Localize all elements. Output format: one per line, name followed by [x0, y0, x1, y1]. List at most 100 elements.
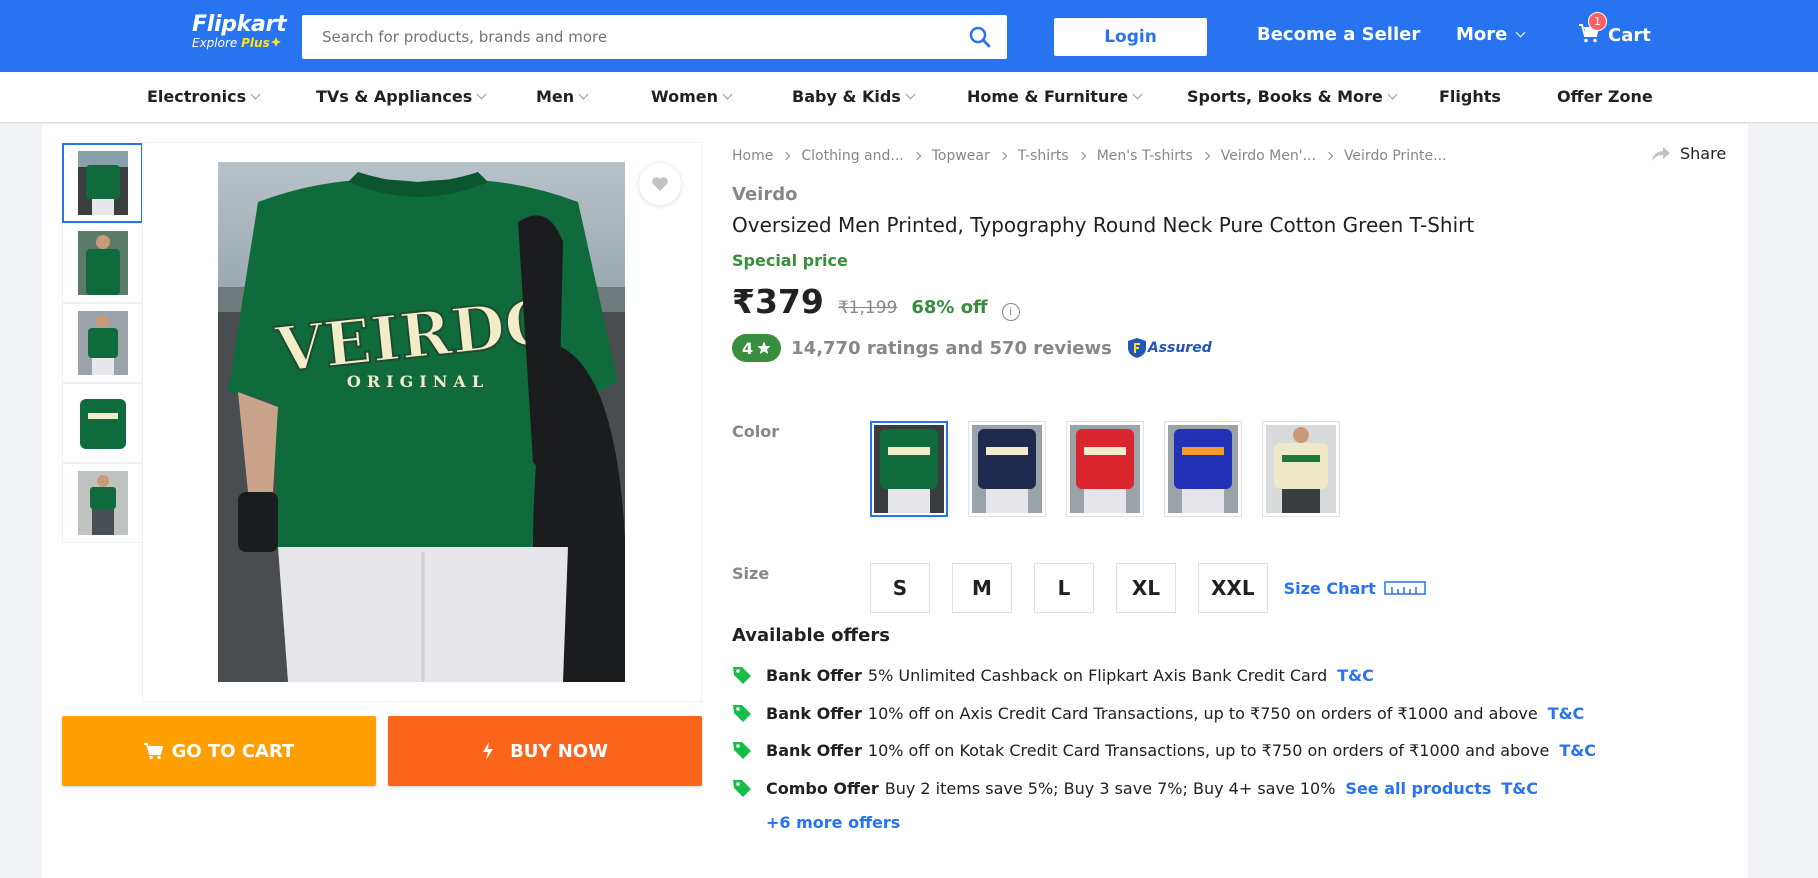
share-button[interactable]: Share — [1652, 144, 1726, 163]
swatch-image — [1168, 425, 1238, 513]
swatch-image — [874, 425, 944, 513]
category-flights[interactable]: Flights — [1439, 87, 1501, 106]
color-swatch-navy[interactable] — [968, 421, 1046, 517]
size-option-m[interactable]: M — [952, 563, 1012, 613]
color-swatch-red[interactable] — [1066, 421, 1144, 517]
size-options: S M L XL XXL Size Chart — [870, 563, 1426, 613]
chevron-down-icon — [1132, 89, 1143, 99]
breadcrumb-home[interactable]: Home — [732, 148, 773, 164]
thumbnail-2[interactable] — [62, 223, 143, 303]
lightning-icon — [483, 742, 494, 760]
search-icon[interactable] — [953, 15, 1007, 59]
chevron-down-icon — [476, 89, 487, 99]
top-header: Flipkart Explore Plus Login Become a Sel… — [0, 0, 1818, 72]
breadcrumb-mens-tshirts[interactable]: Men's T-shirts — [1097, 148, 1193, 164]
product-brand[interactable]: Veirdo — [732, 184, 797, 205]
category-sports-books[interactable]: Sports, Books & More — [1187, 87, 1398, 106]
chevron-down-icon — [578, 89, 589, 99]
breadcrumb-veirdo-men[interactable]: Veirdo Men'... — [1221, 148, 1316, 164]
breadcrumb-clothing[interactable]: Clothing and... — [801, 148, 903, 164]
offer-tag-icon — [732, 778, 766, 798]
color-swatch-royal-blue[interactable] — [1164, 421, 1242, 517]
category-men[interactable]: Men — [536, 87, 589, 106]
offer-tag-icon — [732, 665, 766, 685]
chevron-right-icon — [998, 151, 1008, 161]
chevron-down-icon — [250, 89, 261, 99]
color-label: Color — [732, 422, 780, 441]
search-input[interactable] — [302, 28, 953, 46]
login-button[interactable]: Login — [1054, 18, 1207, 56]
category-nav: Electronics TVs & Appliances Men Women B… — [0, 72, 1818, 122]
offer-item: Bank Offer 10% off on Axis Credit Card T… — [732, 703, 1584, 723]
rating-badge[interactable]: 4 — [732, 334, 782, 362]
thumbnail-3[interactable] — [62, 303, 143, 383]
category-home-furniture[interactable]: Home & Furniture — [967, 87, 1143, 106]
offer-text: 10% off on Kotak Credit Card Transaction… — [867, 740, 1550, 760]
cart-link[interactable]: 1 Cart — [1578, 12, 1651, 49]
color-swatch-green[interactable] — [870, 421, 948, 517]
wishlist-heart-icon[interactable] — [638, 162, 682, 206]
go-to-cart-button[interactable]: GO TO CART — [62, 716, 376, 786]
category-tvs-appliances[interactable]: TVs & Appliances — [316, 87, 487, 106]
thumbnail-4[interactable] — [62, 383, 143, 463]
rating-row: 4 14,770 ratings and 570 reviews Assured — [732, 334, 1212, 362]
swatch-image — [972, 425, 1042, 513]
thumbnail-1[interactable] — [62, 143, 143, 223]
breadcrumb-topwear[interactable]: Topwear — [932, 148, 990, 164]
offer-item: Combo Offer Buy 2 items save 5%; Buy 3 s… — [732, 778, 1538, 798]
chevron-right-icon — [1324, 151, 1334, 161]
category-women[interactable]: Women — [651, 87, 733, 106]
cart-icon: 1 — [1578, 12, 1607, 49]
size-label: Size — [732, 564, 770, 583]
breadcrumb: Home Clothing and... Topwear T-shirts Me… — [732, 148, 1447, 164]
category-baby-kids[interactable]: Baby & Kids — [792, 87, 916, 106]
more-menu[interactable]: More — [1456, 24, 1526, 45]
cart-icon — [143, 743, 163, 760]
ruler-icon — [1384, 581, 1426, 595]
more-offers-link[interactable]: +6 more offers — [766, 813, 900, 832]
thumbnail-5[interactable] — [62, 463, 143, 543]
size-option-xxl[interactable]: XXL — [1198, 563, 1268, 613]
special-price-label: Special price — [732, 251, 848, 270]
size-option-l[interactable]: L — [1034, 563, 1094, 613]
go-to-cart-label: GO TO CART — [171, 740, 295, 762]
offer-type: Bank Offer — [766, 740, 862, 760]
size-option-s[interactable]: S — [870, 563, 930, 613]
thumbnail-list — [62, 143, 143, 543]
color-swatches — [870, 421, 1340, 517]
price-row: ₹379 ₹1,199 68% off i — [732, 282, 1020, 321]
flipkart-logo[interactable]: Flipkart Explore Plus — [192, 12, 287, 50]
chevron-right-icon — [1077, 151, 1086, 161]
product-title: Oversized Men Printed, Typography Round … — [732, 213, 1475, 237]
size-chart-link[interactable]: Size Chart — [1284, 579, 1426, 598]
buy-now-label: BUY NOW — [510, 740, 608, 762]
chevron-down-icon — [722, 89, 733, 99]
see-all-products-link[interactable]: See all products — [1345, 779, 1491, 798]
offer-item: Bank Offer 5% Unlimited Cashback on Flip… — [732, 665, 1374, 685]
more-label: More — [1456, 24, 1508, 45]
offer-tag-icon — [732, 703, 766, 723]
category-electronics[interactable]: Electronics — [147, 87, 261, 106]
terms-link[interactable]: T&C — [1337, 666, 1374, 685]
info-icon[interactable]: i — [1001, 302, 1020, 321]
shirt-print-subtext: ORIGINAL — [347, 372, 489, 391]
available-offers-heading: Available offers — [732, 625, 890, 646]
swatch-image — [1070, 425, 1140, 513]
cart-label: Cart — [1608, 25, 1651, 46]
become-seller-link[interactable]: Become a Seller — [1257, 24, 1420, 45]
offer-item: Bank Offer 10% off on Kotak Credit Card … — [732, 740, 1596, 760]
offer-type: Combo Offer — [766, 778, 879, 798]
product-main-image[interactable]: VEIRDO ORIGINAL — [218, 162, 625, 682]
terms-link[interactable]: T&C — [1548, 704, 1585, 723]
terms-link[interactable]: T&C — [1559, 741, 1596, 760]
buy-now-button[interactable]: BUY NOW — [388, 716, 702, 786]
size-option-xl[interactable]: XL — [1116, 563, 1176, 613]
color-swatch-cream[interactable] — [1262, 421, 1340, 517]
share-icon — [1652, 146, 1670, 161]
terms-link[interactable]: T&C — [1501, 779, 1538, 798]
chevron-down-icon — [905, 89, 916, 99]
chevron-down-icon — [1387, 89, 1398, 99]
category-offer-zone[interactable]: Offer Zone — [1557, 87, 1653, 106]
breadcrumb-tshirts[interactable]: T-shirts — [1018, 148, 1069, 164]
ratings-reviews-count[interactable]: 14,770 ratings and 570 reviews — [791, 338, 1112, 359]
